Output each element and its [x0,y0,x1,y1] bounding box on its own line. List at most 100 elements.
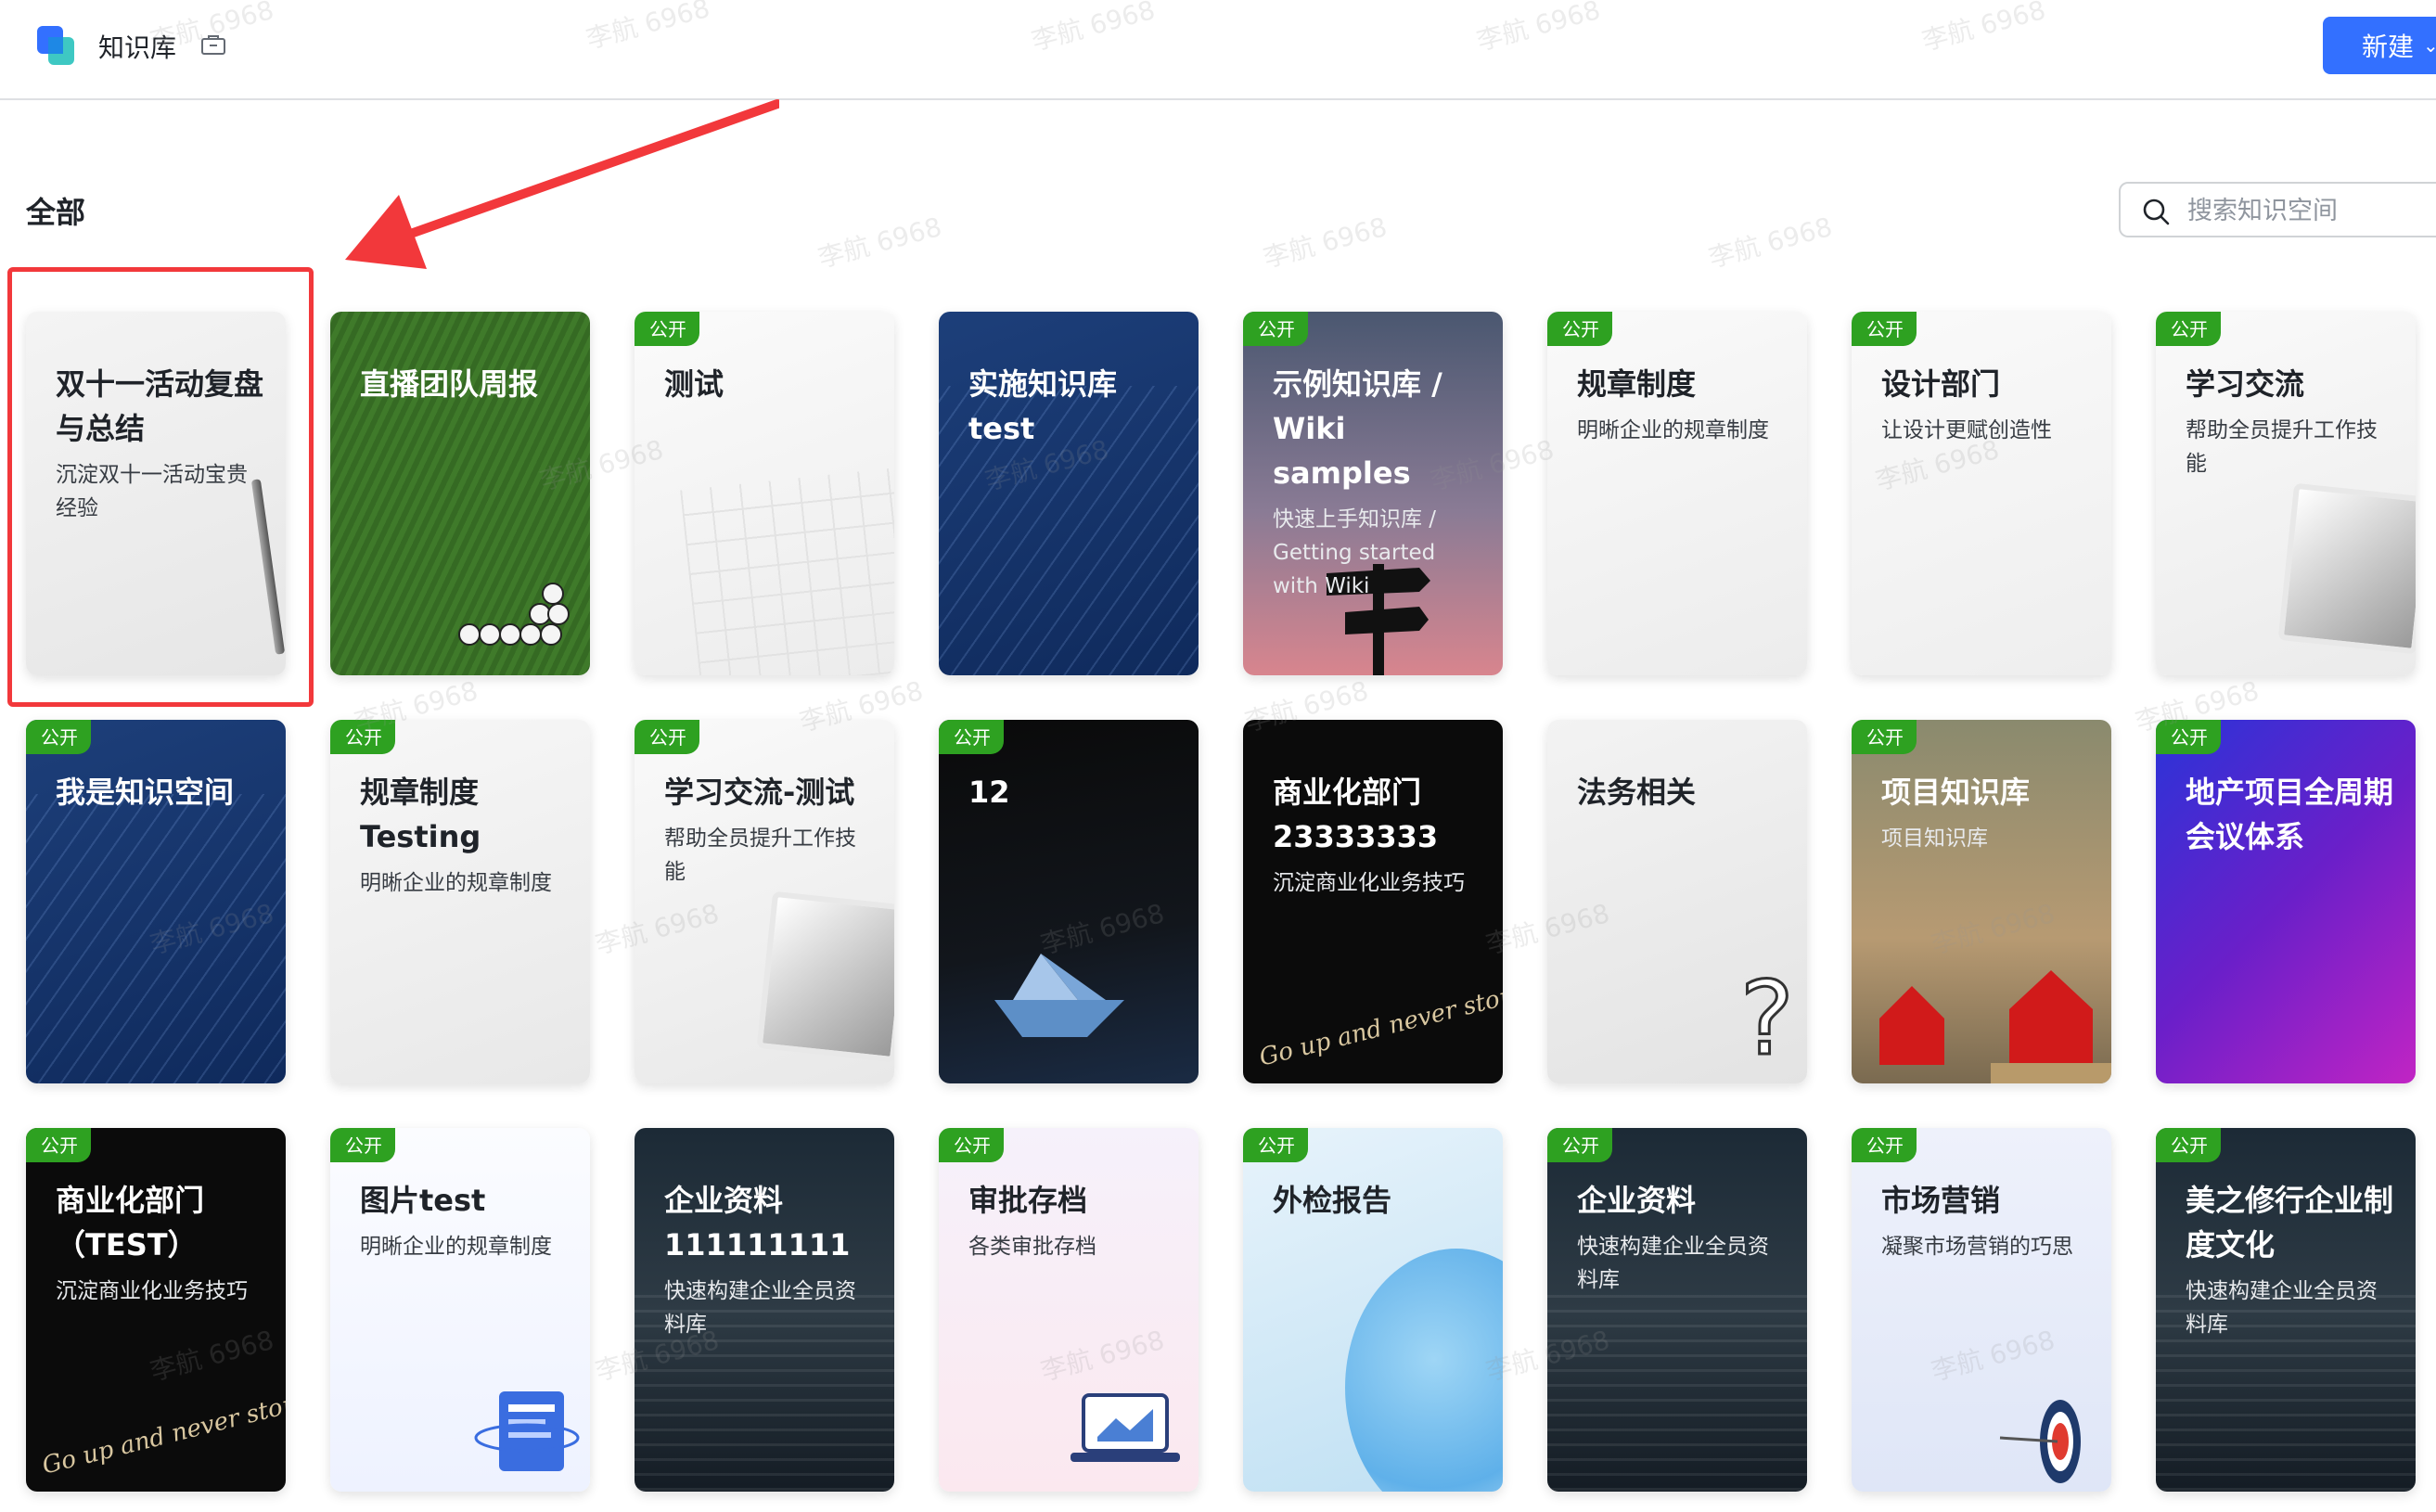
calendar-decoration [680,468,894,675]
new-button-label: 新建 [2362,32,2415,62]
public-badge: 公开 [1547,1128,1612,1162]
section-title: 全部 [26,195,86,230]
card-title: 企业资料 [1577,1183,1697,1218]
card-description: 凝聚市场营销的巧思 [1881,1235,2073,1259]
red-arrow-annotation [345,99,779,269]
light-streaks-decoration [26,794,286,1083]
public-badge: 公开 [635,312,699,346]
knowledge-card-23[interactable]: 公开 市场营销 凝聚市场营销的巧思 [1852,1128,2111,1492]
card-title: 实施知识库 test [968,366,1118,446]
knowledge-card-8[interactable]: 公开学习交流帮助全员提升工作技能 [2156,312,2416,675]
knowledge-card-14[interactable]: 法务相关? [1547,720,1807,1083]
tablet-decoration [2277,482,2416,655]
card-description: 让设计更赋创造性 [1881,418,2052,442]
chevron-down-icon: ⌄ [2423,34,2436,57]
public-badge: 公开 [2156,312,2221,346]
card-title: 审批存档 [968,1183,1088,1218]
knowledge-card-21[interactable]: 公开外检报告 [1243,1128,1503,1492]
new-button[interactable]: 新建 ⌄ [2323,17,2436,74]
card-title: 示例知识库 / Wiki samples [1273,366,1442,491]
card-description: 快速构建企业全员资料库 [1577,1235,1769,1292]
card-description: 明晰企业的规章制度 [1577,418,1769,442]
golf-balls-decoration [458,583,570,646]
knowledge-card-11[interactable]: 公开学习交流-测试帮助全员提升工作技能 [635,720,894,1083]
card-title: 我是知识空间 [56,775,235,810]
knowledge-card-22[interactable]: 公开企业资料快速构建企业全员资料库 [1547,1128,1807,1492]
laptop-decoration [1071,1393,1180,1462]
public-badge: 公开 [1852,312,1917,346]
card-description: 沉淀商业化业务技巧 [56,1279,248,1303]
card-title: 图片test [360,1183,486,1218]
search-icon [2143,199,2170,225]
knowledge-card-24[interactable]: 公开 美之修行企业制度文化 快速构建企业全员资料库 [2156,1128,2416,1492]
tunnel-decoration [1547,1295,1807,1492]
card-title: 商业化部门 23333333 [1273,775,1439,854]
public-badge: 公开 [330,1128,395,1162]
public-badge: 公开 [1547,312,1612,346]
card-description: 各类审批存档 [968,1235,1096,1259]
public-badge: 公开 [26,1128,91,1162]
card-title: 规章制度 Testing [360,775,481,854]
knowledge-card-3[interactable]: 公开测试 [635,312,894,675]
card-description: 帮助全员提升工作技能 [2186,418,2378,476]
document-decoration [474,1391,580,1471]
paper-boat-decoration [994,954,1124,1037]
knowledge-card-18[interactable]: 公开图片test 明晰企业的规章制度 [330,1128,590,1492]
public-badge: 公开 [26,720,91,754]
card-title: 美之修行企业制度文化 [2186,1183,2394,1262]
knowledge-card-2[interactable]: 直播团队周报 [330,312,590,675]
search-input[interactable] [2187,193,2429,228]
app-title: 知识库 [98,32,177,63]
card-title: 直播团队周报 [360,366,539,402]
card-title: 双十一活动复盘与总结 [56,366,264,446]
card-slogan: Go up and never stop [1256,981,1503,1072]
card-description: 项目知识库 [1881,826,1988,851]
public-badge: 公开 [1243,312,1308,346]
top-bar: 知识库 新建 ⌄ [0,0,2436,100]
knowledge-card-16[interactable]: 公开地产项目全周期会议体系 [2156,720,2416,1083]
house-models-decoration [1879,970,2111,1083]
card-title: 学习交流-测试 [664,775,855,810]
knowledge-card-6[interactable]: 公开 规章制度 明晰企业的规章制度 [1547,312,1807,675]
card-description: 沉淀双十一活动宝贵经验 [56,463,248,520]
knowledge-card-4[interactable]: 实施知识库 test [939,312,1199,675]
knowledge-card-13[interactable]: 商业化部门 23333333 沉淀商业化业务技巧 Go up and never s… [1243,720,1503,1083]
search-box[interactable] [2119,182,2436,237]
target-decoration [1999,1400,2081,1483]
card-description: 明晰企业的规章制度 [360,1235,552,1259]
card-title: 12 [968,775,1010,810]
watermark: 李航 6968 [814,211,945,275]
card-title: 商业化部门（TEST） [56,1183,205,1262]
app-logo [37,26,74,65]
card-title: 企业资料 111111111 [664,1183,851,1262]
card-title: 地产项目全周期会议体系 [2186,775,2394,854]
knowledge-card-15[interactable]: 公开 项目知识库 项目知识库 [1852,720,2111,1083]
card-title: 测试 [664,366,724,402]
knowledge-card-20[interactable]: 公开 审批存档 各类审批存档 [939,1128,1199,1492]
card-description: 帮助全员提升工作技能 [664,826,856,884]
knowledge-card-19[interactable]: 企业资料 111111111 快速构建企业全员资料库 [635,1128,894,1492]
knowledge-card-12[interactable]: 公开 12 [939,720,1199,1083]
knowledge-card-5[interactable]: 公开 示例知识库 / Wiki samples 快速上手知识库 / Getting … [1243,312,1503,675]
public-badge: 公开 [1852,720,1917,754]
card-description: 快速构建企业全员资料库 [2186,1279,2378,1337]
knowledge-card-17[interactable]: 公开商业化部门（TEST） 沉淀商业化业务技巧 Go up and never st… [26,1128,286,1492]
public-badge: 公开 [635,720,699,754]
card-title: 市场营销 [1881,1183,2001,1218]
card-description: 明晰企业的规章制度 [360,871,552,895]
card-description: 沉淀商业化业务技巧 [1273,871,1465,895]
knowledge-card-9[interactable]: 公开我是知识空间 [26,720,286,1083]
glass-structure-decoration [1345,1249,1503,1492]
card-slogan: Go up and never stop [39,1390,286,1480]
knowledge-card-10[interactable]: 公开规章制度 Testing 明晰企业的规章制度 [330,720,590,1083]
card-title: 学习交流 [2186,366,2305,402]
card-title: 外检报告 [1273,1183,1392,1218]
public-badge: 公开 [330,720,395,754]
public-badge: 公开 [1243,1128,1308,1162]
watermark: 李航 6968 [1705,211,1836,275]
briefcase-icon[interactable] [200,33,226,56]
knowledge-card-7[interactable]: 公开 设计部门 让设计更赋创造性 [1852,312,2111,675]
card-title: 项目知识库 [1881,775,2031,810]
public-badge: 公开 [2156,720,2221,754]
tablet-decoration [756,891,894,1063]
